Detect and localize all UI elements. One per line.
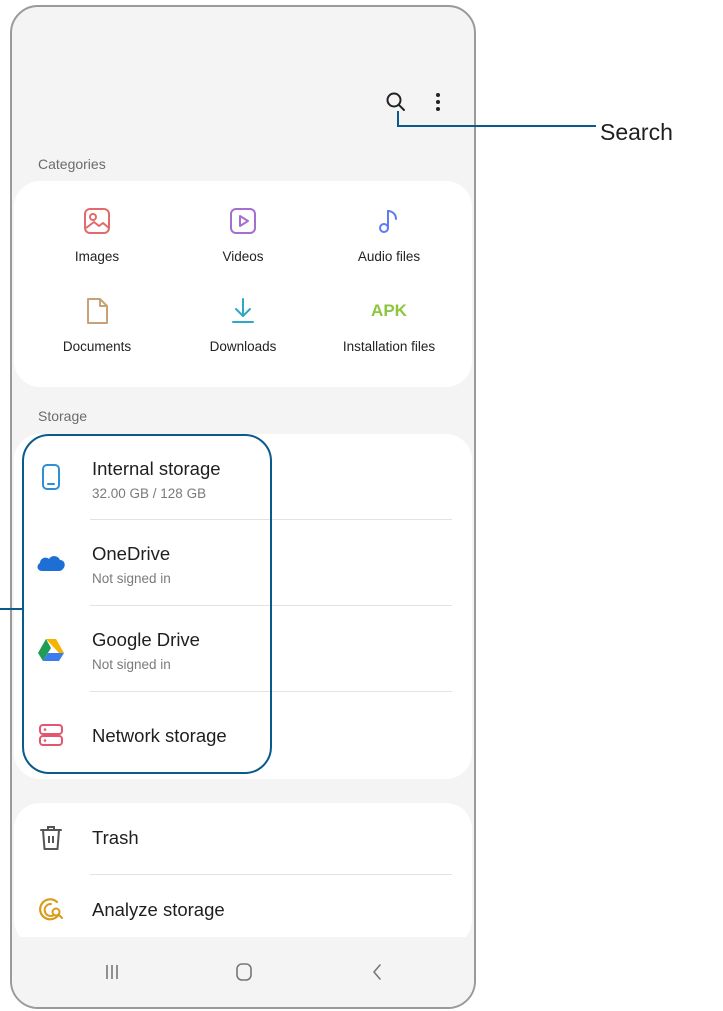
search-callout-label: Search	[600, 119, 673, 145]
storage-highlight-box	[22, 434, 272, 774]
search-callout-line	[397, 111, 596, 127]
callout-lines	[0, 111, 596, 774]
